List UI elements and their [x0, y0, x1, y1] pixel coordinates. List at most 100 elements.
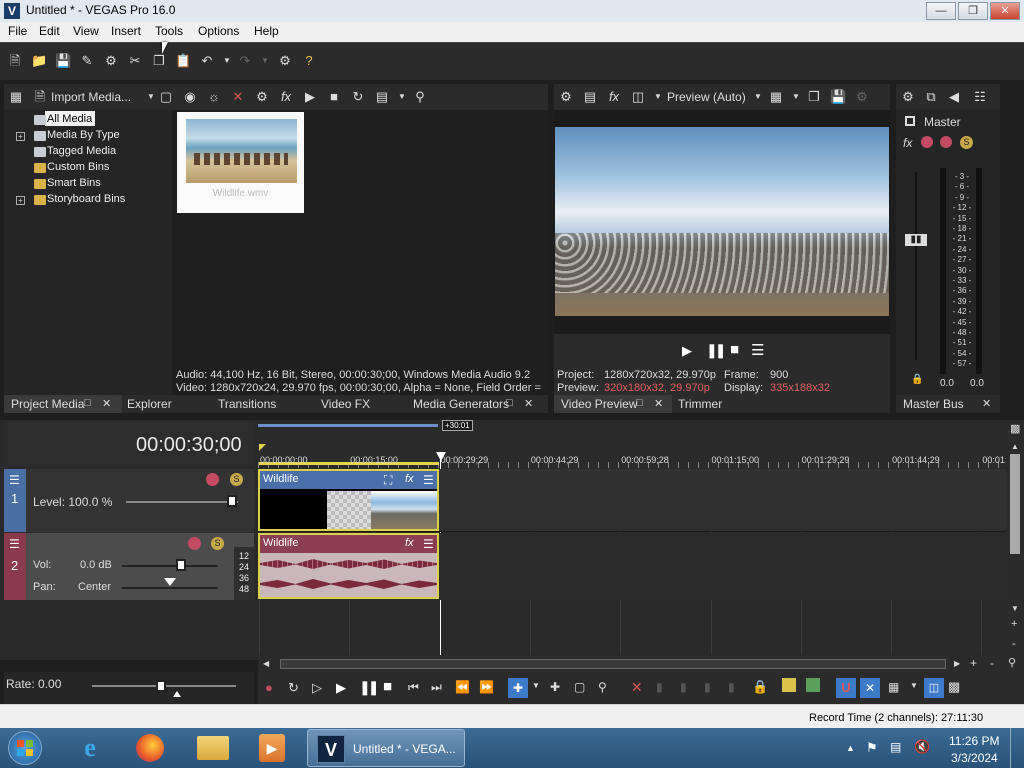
- audio-clip[interactable]: Wildlife fx ☰: [258, 533, 439, 599]
- playhead-marker-icon[interactable]: [436, 452, 446, 461]
- hscroll-thumb[interactable]: [280, 659, 946, 669]
- remove-media-icon[interactable]: ✕: [230, 89, 246, 105]
- video-output-fx-icon[interactable]: fx: [606, 89, 622, 105]
- track1-menu-icon[interactable]: ☰: [9, 473, 20, 487]
- zoom-out-vertical-icon[interactable]: -: [1012, 638, 1016, 650]
- lock-icon[interactable]: 🔒: [752, 679, 768, 695]
- auto-crossfade-icon[interactable]: ✕: [860, 678, 880, 698]
- timeline-hscroll[interactable]: ◀ ▶ + - ⚲: [258, 656, 1024, 672]
- master-solo-icon[interactable]: S: [960, 136, 973, 149]
- media-properties-icon[interactable]: ⚙: [254, 89, 270, 105]
- pause-icon[interactable]: ❚❚: [359, 679, 380, 696]
- master-fader-handle[interactable]: ▮▮: [905, 234, 927, 246]
- copy-snapshot-icon[interactable]: ❐: [806, 89, 822, 105]
- record-icon[interactable]: ●: [265, 680, 273, 695]
- tree-item-tagged-media[interactable]: Tagged Media: [47, 145, 116, 157]
- open-folder-icon[interactable]: 📁: [31, 53, 47, 69]
- tree-item-smart-bins[interactable]: Smart Bins: [47, 177, 101, 189]
- zoom-in-vertical-icon[interactable]: +: [1011, 618, 1017, 630]
- media-player-icon[interactable]: ▶: [259, 734, 285, 762]
- auto-preview-play-icon[interactable]: ▶: [302, 89, 318, 105]
- envelope-tool-icon[interactable]: ✚: [550, 680, 560, 694]
- vscroll-thumb[interactable]: [1010, 454, 1020, 554]
- overlays-grid-icon[interactable]: ▦: [768, 89, 784, 105]
- show-hidden-icons[interactable]: ▲: [846, 743, 855, 753]
- zoom-tool-icon[interactable]: ⚲: [1008, 656, 1016, 669]
- zoom-out-horizontal-icon[interactable]: -: [990, 656, 994, 670]
- auto-preview-icon[interactable]: ↻: [350, 89, 366, 105]
- tree-item-storyboard-bins[interactable]: Storyboard Bins: [47, 193, 125, 205]
- file-explorer-icon[interactable]: [197, 736, 229, 760]
- paste-icon[interactable]: 📋: [175, 53, 191, 69]
- save-snapshot-icon[interactable]: 💾: [830, 89, 846, 105]
- tree-item-media-by-type[interactable]: Media By Type: [47, 129, 120, 141]
- zoom-edit-tool-icon[interactable]: ⚲: [598, 680, 607, 694]
- maximize-button[interactable]: ❐: [958, 2, 988, 20]
- downmix-icon[interactable]: ⧉: [923, 89, 939, 105]
- expand-icon[interactable]: +: [16, 196, 25, 205]
- mixer-properties-icon[interactable]: ⚙: [900, 89, 916, 105]
- preview-play-icon[interactable]: ▶: [682, 343, 692, 359]
- previous-frame-icon[interactable]: ⏪: [455, 680, 470, 694]
- stop-icon[interactable]: ■: [383, 678, 392, 695]
- trim-icon[interactable]: ▮: [656, 680, 663, 694]
- scroll-up-icon[interactable]: ▲: [1011, 442, 1019, 451]
- preview-stop-icon[interactable]: ■: [730, 341, 739, 358]
- stop-preview-icon[interactable]: ■: [326, 89, 342, 105]
- lock-envelopes-icon[interactable]: ◫: [924, 678, 944, 698]
- internet-explorer-icon[interactable]: e: [75, 733, 105, 763]
- tab-video-preview[interactable]: Video Preview: [561, 397, 638, 411]
- copy-icon[interactable]: ❐: [151, 53, 167, 69]
- extract-audio-icon[interactable]: ☼: [206, 89, 222, 105]
- menu-file[interactable]: File: [8, 24, 27, 38]
- rate-slider-thumb[interactable]: [156, 680, 166, 692]
- preview-pause-icon[interactable]: ❚❚: [706, 342, 727, 359]
- tab-video-fx[interactable]: Video FX: [321, 397, 370, 411]
- tree-item-all-media[interactable]: All Media: [47, 113, 92, 125]
- video-clip[interactable]: Wildlife ⛶ fx ☰: [258, 469, 439, 531]
- render-icon[interactable]: ⚙: [277, 53, 293, 69]
- get-media-web-icon[interactable]: ◉: [182, 89, 198, 105]
- split-dropdown-icon[interactable]: ▼: [650, 89, 666, 105]
- tab-transitions[interactable]: Transitions: [218, 397, 276, 411]
- show-desktop-button[interactable]: [1010, 728, 1024, 768]
- split-screen-icon[interactable]: ◫: [630, 89, 646, 105]
- track1-header[interactable]: ☰ 1 S Level: 100.0 %: [4, 469, 254, 532]
- audio-event-fx-icon[interactable]: fx: [405, 537, 414, 549]
- delete-icon[interactable]: ✕: [631, 679, 643, 696]
- zoom-in-horizontal-icon[interactable]: +: [970, 656, 977, 670]
- loop-region-bar[interactable]: [258, 424, 438, 427]
- tab-explorer[interactable]: Explorer: [127, 397, 172, 411]
- close-button[interactable]: ✕: [990, 2, 1020, 20]
- loop-playback-icon[interactable]: ↻: [288, 680, 299, 696]
- capture-video-icon[interactable]: ▢: [158, 89, 174, 105]
- taskbar-vegas-button[interactable]: V Untitled * - VEGA...: [307, 729, 465, 767]
- mixer-settings-icon[interactable]: ☷: [972, 89, 988, 105]
- close-tab-icon[interactable]: ✕: [654, 397, 663, 410]
- master-mute-button[interactable]: [940, 136, 952, 148]
- ripple-edit-icon[interactable]: ▦: [888, 680, 899, 694]
- undock-icon[interactable]: □: [84, 397, 91, 409]
- import-media-icon[interactable]: 🗎: [32, 89, 48, 105]
- track2-vol-slider-thumb[interactable]: [176, 559, 186, 571]
- import-dropdown-icon[interactable]: ▼: [143, 89, 159, 105]
- device-preview-icon[interactable]: ▤: [582, 89, 598, 105]
- new-project-icon[interactable]: 🗎: [7, 53, 23, 69]
- scroll-down-icon[interactable]: ▼: [1011, 604, 1019, 613]
- menu-options[interactable]: Options: [198, 24, 239, 38]
- properties-gear-icon[interactable]: ⚙: [103, 53, 119, 69]
- next-frame-icon[interactable]: ⏩: [479, 680, 494, 694]
- snapping-icon[interactable]: U: [836, 678, 856, 698]
- menu-tools[interactable]: Tools: [155, 24, 183, 38]
- preview-menu-icon[interactable]: ☰: [751, 341, 764, 359]
- start-button[interactable]: [8, 731, 42, 765]
- cut-icon[interactable]: ✂: [127, 53, 143, 69]
- tab-media-generators[interactable]: Media Generators: [413, 397, 509, 411]
- media-fx-icon[interactable]: fx: [278, 89, 294, 105]
- preview-properties-icon[interactable]: ⚙: [558, 89, 574, 105]
- track2-solo-icon[interactable]: S: [211, 537, 224, 550]
- tab-master-bus[interactable]: Master Bus: [903, 397, 964, 411]
- trim-end-icon[interactable]: ▮: [704, 680, 711, 694]
- menu-insert[interactable]: Insert: [111, 24, 141, 38]
- master-fx-icon[interactable]: fx: [903, 136, 912, 150]
